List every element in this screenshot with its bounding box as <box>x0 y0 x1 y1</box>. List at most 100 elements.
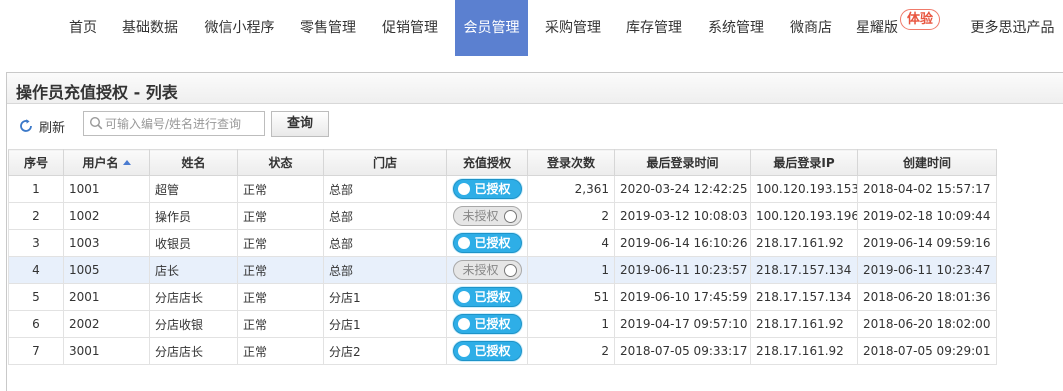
cell-status: 正常 <box>237 175 324 203</box>
column-header-no[interactable]: 序号 <box>8 149 64 176</box>
nav-item-more-products[interactable]: 更多思迅产品 <box>962 0 1063 56</box>
cell-recharge-authorization: 已授权 <box>446 229 528 257</box>
authorization-toggle[interactable]: 未授权 <box>452 260 522 280</box>
cell-last-login-time: 2019-03-12 10:08:03 <box>614 202 751 230</box>
nav-item-basic-data[interactable]: 基础数据 <box>110 0 190 56</box>
cell-name: 分店收银 <box>149 310 238 338</box>
cell-last-login-ip: 218.17.157.134 <box>750 283 858 311</box>
cell-last-login-ip: 218.17.161.92 <box>750 337 858 365</box>
cell-username: 1003 <box>63 229 150 257</box>
toggle-knob <box>503 209 517 223</box>
search-input[interactable] <box>105 114 263 133</box>
table-row[interactable]: 7 3001 分店店长 正常 分店2 已授权 2 2018-07-05 09:33:17 218… <box>8 337 997 365</box>
cell-status: 正常 <box>237 310 324 338</box>
table-row[interactable]: 1 1001 超管 正常 总部 已授权 2,361 2020-03-24 12:42:25 10… <box>8 175 997 203</box>
toggle-label: 已授权 <box>474 317 511 331</box>
toggle-label: 已授权 <box>474 344 511 358</box>
toggle-label: 未授权 <box>462 209 499 223</box>
cell-username: 3001 <box>63 337 150 365</box>
nav-item-wechat-miniprogram[interactable]: 微信小程序 <box>192 0 287 56</box>
cell-recharge-authorization: 已授权 <box>446 310 528 338</box>
toggle-label: 已授权 <box>474 236 511 250</box>
toggle-label: 已授权 <box>474 290 511 304</box>
column-header-login-count[interactable]: 登录次数 <box>527 149 615 176</box>
cell-recharge-authorization: 未授权 <box>446 202 528 230</box>
nav-item-home[interactable]: 首页 <box>57 0 109 56</box>
cell-last-login-time: 2019-06-14 16:10:26 <box>614 229 751 257</box>
table-row[interactable]: 5 2001 分店店长 正常 分店1 已授权 51 2019-06-10 17:45:59 21… <box>8 283 997 311</box>
column-header-username[interactable]: 用户名 <box>63 149 150 176</box>
trial-badge[interactable]: 体验 <box>900 9 941 30</box>
cell-last-login-ip: 218.17.161.92 <box>750 310 858 338</box>
refresh-icon <box>20 119 32 132</box>
cell-created-time: 2018-06-20 18:02:00 <box>857 310 997 338</box>
cell-status: 正常 <box>237 202 324 230</box>
toggle-knob <box>457 345 470 357</box>
toggle-label: 已授权 <box>474 182 511 196</box>
refresh-button[interactable]: 刷新 <box>18 117 65 136</box>
cell-name: 分店店长 <box>149 283 238 311</box>
column-header-recharge-authorization[interactable]: 充值授权 <box>446 149 528 176</box>
authorization-toggle[interactable]: 已授权 <box>452 233 522 253</box>
panel-header: 操作员充值授权 - 列表 <box>7 73 1063 104</box>
cell-last-login-ip: 218.17.161.92 <box>750 229 858 257</box>
nav-item-purchase-management[interactable]: 采购管理 <box>534 0 612 56</box>
table-row[interactable]: 3 1003 收银员 正常 总部 已授权 4 2019-06-14 16:10:26 218.1… <box>8 229 997 257</box>
cell-recharge-authorization: 已授权 <box>446 175 528 203</box>
column-header-created-time[interactable]: 创建时间 <box>857 149 997 176</box>
cell-login-count: 51 <box>527 283 615 311</box>
cell-login-count: 2 <box>527 337 615 365</box>
cell-store: 总部 <box>323 256 447 284</box>
nav-item-member-management[interactable]: 会员管理 <box>455 0 528 56</box>
nav-item-system-management[interactable]: 系统管理 <box>697 0 775 56</box>
table-row[interactable]: 2 1002 操作员 正常 总部 未授权 2 2019-03-12 10:08:03 100.1… <box>8 202 997 230</box>
cell-login-count: 1 <box>527 256 615 284</box>
cell-last-login-ip: 100.120.193.196 <box>750 202 858 230</box>
cell-name: 分店店长 <box>149 337 238 365</box>
table-header-row: 序号 用户名 姓名 状态 门店 充值授权 登录次数 最后登录时间 最后登录IP … <box>8 149 997 176</box>
cell-name: 收银员 <box>149 229 238 257</box>
column-header-last-login-ip[interactable]: 最后登录IP <box>750 149 858 176</box>
cell-created-time: 2018-06-20 18:01:36 <box>857 283 997 311</box>
cell-name: 操作员 <box>149 202 238 230</box>
cell-login-count: 4 <box>527 229 615 257</box>
cell-last-login-time: 2018-07-05 09:33:17 <box>614 337 751 365</box>
column-header-name[interactable]: 姓名 <box>149 149 238 176</box>
nav-item-inventory-management[interactable]: 库存管理 <box>615 0 693 56</box>
cell-username: 1001 <box>63 175 150 203</box>
cell-store: 总部 <box>323 175 447 203</box>
cell-login-count: 2 <box>527 202 615 230</box>
search-icon <box>89 116 103 130</box>
column-header-last-login-time[interactable]: 最后登录时间 <box>614 149 751 176</box>
toggle-label: 未授权 <box>462 263 499 277</box>
page-title: 操作员充值授权 - 列表 <box>16 83 178 102</box>
cell-store: 总部 <box>323 229 447 257</box>
cell-recharge-authorization: 已授权 <box>446 283 528 311</box>
cell-store: 分店1 <box>323 310 447 338</box>
cell-status: 正常 <box>237 256 324 284</box>
authorization-toggle[interactable]: 未授权 <box>452 206 522 226</box>
authorization-toggle[interactable]: 已授权 <box>452 314 522 334</box>
toggle-knob <box>457 291 470 303</box>
column-header-store[interactable]: 门店 <box>323 149 447 176</box>
cell-no: 2 <box>8 202 64 230</box>
cell-created-time: 2018-07-05 09:29:01 <box>857 337 997 365</box>
cell-last-login-time: 2019-04-17 09:57:10 <box>614 310 751 338</box>
nav-item-micro-store[interactable]: 微商店 <box>780 0 842 56</box>
column-header-status[interactable]: 状态 <box>237 149 324 176</box>
nav-item-star-edition[interactable]: 星耀版 <box>849 0 905 56</box>
search-box[interactable] <box>83 111 265 136</box>
table-row[interactable]: 6 2002 分店收银 正常 分店1 已授权 1 2019-04-17 09:57:10 218… <box>8 310 997 338</box>
authorization-toggle[interactable]: 已授权 <box>452 341 522 361</box>
toggle-knob <box>457 318 470 330</box>
nav-item-promotion-management[interactable]: 促销管理 <box>371 0 449 56</box>
authorization-toggle[interactable]: 已授权 <box>452 287 522 307</box>
authorization-toggle[interactable]: 已授权 <box>452 179 522 199</box>
nav-item-retail-management[interactable]: 零售管理 <box>289 0 367 56</box>
toggle-knob <box>457 183 470 195</box>
table-row[interactable]: 4 1005 店长 正常 总部 未授权 1 2019-06-11 10:23:57 218.17… <box>8 256 997 284</box>
toggle-knob <box>457 237 470 249</box>
cell-no: 1 <box>8 175 64 203</box>
query-button[interactable]: 查询 <box>271 111 329 137</box>
cell-name: 超管 <box>149 175 238 203</box>
